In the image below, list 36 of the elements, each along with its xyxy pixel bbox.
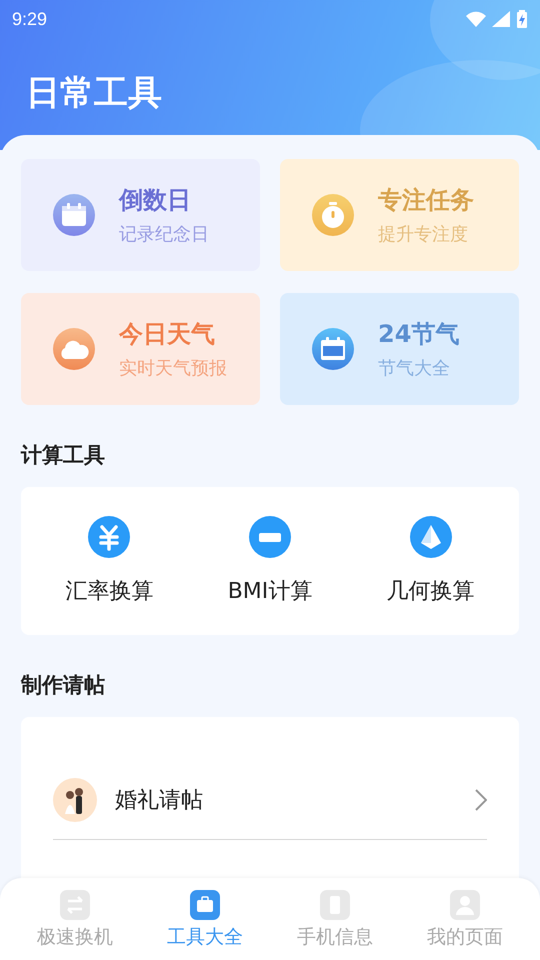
card-subtitle: 实时天气预报 xyxy=(119,357,227,380)
card-title: 倒数日 xyxy=(119,185,192,216)
nav-tab[interactable]: 手机信息 xyxy=(275,878,395,960)
wifi-icon xyxy=(466,11,486,27)
feature-card[interactable]: 倒数日 记录纪念日 xyxy=(21,159,260,271)
pyramid-icon xyxy=(410,516,452,558)
couple-icon xyxy=(53,778,97,822)
section-title: 计算工具 xyxy=(21,442,105,469)
card-title: 24节气 xyxy=(378,319,460,350)
battery-icon xyxy=(516,10,528,28)
chevron-right-icon xyxy=(475,789,487,811)
cloud-icon xyxy=(59,339,89,359)
feature-card[interactable]: 专注任务 提升专注度 xyxy=(280,159,519,271)
status-time: 9:29 xyxy=(12,8,48,30)
card-title: 专注任务 xyxy=(378,185,474,216)
stopwatch-icon xyxy=(321,202,345,228)
card-subtitle: 提升专注度 xyxy=(378,223,469,246)
yen-icon xyxy=(88,516,130,558)
invitation-item[interactable]: 婚礼请帖 xyxy=(53,761,487,840)
nav-tab[interactable]: 工具大全 xyxy=(145,878,265,960)
feature-card[interactable]: 24节气 节气大全 xyxy=(280,293,519,405)
section-title: 制作请帖 xyxy=(21,672,105,699)
card-title: 今日天气 xyxy=(119,319,216,350)
briefcase-icon xyxy=(190,890,220,920)
calendar-icon xyxy=(61,203,87,227)
tool-item[interactable]: 几何换算 xyxy=(356,516,506,606)
tool-item[interactable]: 汇率换算 xyxy=(34,516,184,606)
card-subtitle: 记录纪念日 xyxy=(119,223,209,246)
tool-item[interactable]: BMI计算 xyxy=(194,516,345,606)
calendar-icon xyxy=(320,337,346,361)
nav-tab[interactable]: 极速换机 xyxy=(15,878,135,960)
signal-icon xyxy=(492,11,510,27)
feature-card[interactable]: 今日天气 实时天气预报 xyxy=(21,293,260,405)
page-title: 日常工具 xyxy=(25,72,162,115)
nav-tab[interactable]: 我的页面 xyxy=(405,878,525,960)
card-subtitle: 节气大全 xyxy=(378,357,451,380)
